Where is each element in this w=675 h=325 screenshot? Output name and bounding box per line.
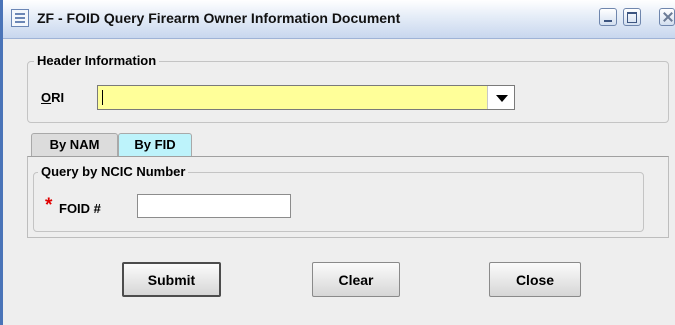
minimize-icon[interactable] [599, 8, 617, 26]
close-icon[interactable] [659, 8, 675, 26]
required-asterisk: * [45, 195, 53, 216]
header-information-legend: Header Information [34, 53, 160, 69]
foid-number-input[interactable] [137, 194, 291, 218]
text-cursor [102, 90, 103, 105]
ori-label-rest: RI [51, 90, 65, 105]
tab-by-fid[interactable]: By FID [118, 133, 192, 157]
ori-combobox[interactable] [97, 85, 515, 110]
title-bar[interactable]: ZF - FOID Query Firearm Owner Informatio… [3, 0, 675, 39]
clear-button[interactable]: Clear [312, 262, 400, 297]
window-title: ZF - FOID Query Firearm Owner Informatio… [37, 10, 401, 26]
foid-label: FOID # [59, 201, 101, 216]
close-button[interactable]: Close [489, 262, 581, 297]
query-by-ncic-group: Query by NCIC Number [33, 164, 644, 232]
ori-mnemonic: O [41, 90, 52, 105]
maximize-icon[interactable] [623, 8, 641, 26]
submit-button[interactable]: Submit [122, 262, 221, 297]
app-icon[interactable] [11, 9, 29, 27]
chevron-down-icon[interactable] [487, 86, 514, 109]
ori-label: ORI [41, 90, 64, 105]
foid-query-window: ZF - FOID Query Firearm Owner Informatio… [0, 0, 675, 325]
query-by-ncic-legend: Query by NCIC Number [38, 164, 189, 180]
tab-by-nam[interactable]: By NAM [31, 133, 118, 157]
ori-input[interactable] [98, 86, 486, 109]
